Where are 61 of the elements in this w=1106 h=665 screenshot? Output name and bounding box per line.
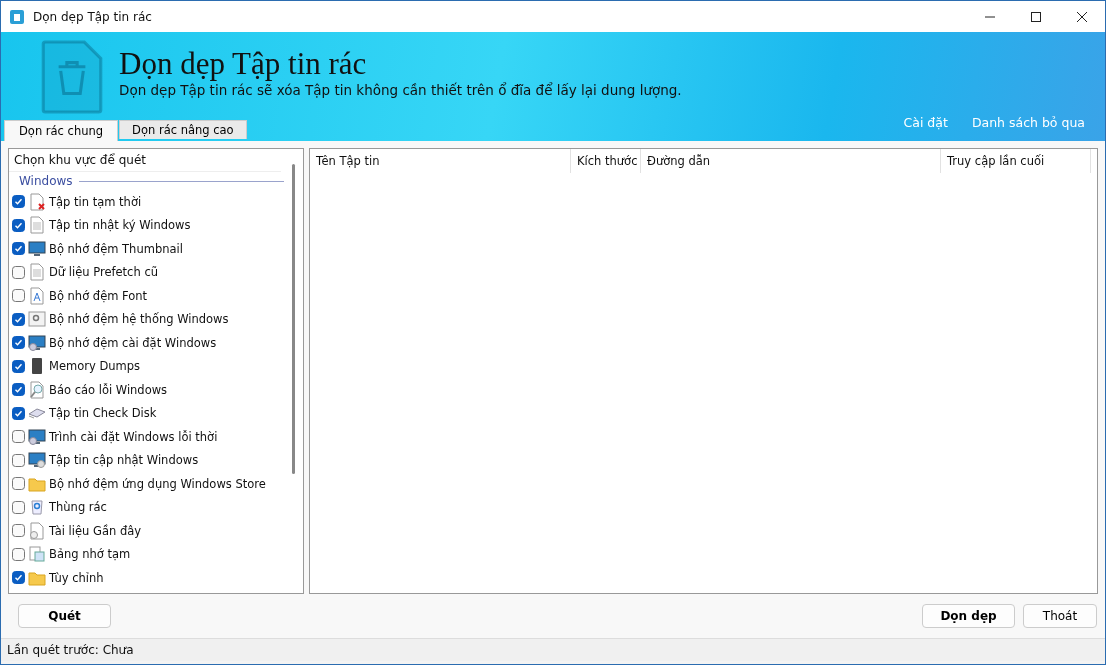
checkbox[interactable] <box>12 312 25 326</box>
checkbox[interactable] <box>12 242 25 256</box>
area-label: Tập tin Check Disk <box>49 406 157 421</box>
scan-button[interactable]: Quét <box>18 604 111 628</box>
area-label: Bộ nhớ đệm hệ thống Windows <box>49 312 229 327</box>
area-label: Bộ nhớ đệm cài đặt Windows <box>49 335 217 350</box>
checkbox[interactable] <box>12 218 25 232</box>
checkbox[interactable] <box>12 383 25 397</box>
checkbox[interactable] <box>12 359 25 373</box>
checkbox[interactable] <box>12 195 25 209</box>
header-subtitle: Dọn dẹp Tập tin rác sẽ xóa Tập tin không cần thiết trên ổ đĩa để lấy lại dung lượng. <box>119 82 682 98</box>
checkbox[interactable] <box>12 406 25 420</box>
recycle-bin-icon <box>28 498 46 517</box>
window-title: Dọn dẹp Tập tin rác <box>33 9 152 24</box>
area-label: Tập tin tạm thời <box>49 194 142 209</box>
checkbox[interactable] <box>12 289 25 303</box>
area-label: Bảng nhớ tạm <box>49 547 131 562</box>
font-file-icon <box>28 286 46 305</box>
checkbox[interactable] <box>12 336 25 350</box>
app-icon <box>9 8 25 25</box>
column-header[interactable]: Đường dẫn <box>641 149 941 173</box>
exit-button[interactable]: Thoát <box>1023 604 1097 628</box>
area-label: Báo cáo lỗi Windows <box>49 382 168 397</box>
checkbox[interactable] <box>12 571 25 585</box>
list-heading: Chọn khu vực để quét <box>14 153 146 167</box>
area-label: Bộ nhớ đệm ứng dụng Windows Store <box>49 476 266 491</box>
area-label: Tập tin nhật ký Windows <box>49 218 191 233</box>
checkbox[interactable] <box>12 453 25 467</box>
checkbox[interactable] <box>12 500 25 514</box>
area-label: Trình cài đặt Windows lỗi thời <box>49 429 218 444</box>
checkbox[interactable] <box>12 265 25 279</box>
magnifier-icon <box>28 380 46 399</box>
trash-file-icon <box>41 40 103 114</box>
clipboard-icon <box>28 545 46 564</box>
area-label: Bộ nhớ đệm Thumbnail <box>49 241 183 256</box>
column-header[interactable]: Kích thước <box>571 149 641 173</box>
group-label: Windows <box>19 174 73 188</box>
area-label: Dữ liệu Prefetch cũ <box>49 265 158 280</box>
checkbox[interactable] <box>12 524 25 538</box>
checkbox[interactable] <box>12 477 25 491</box>
area-label: Tùy chỉnh <box>49 570 104 585</box>
header-title: Dọn dẹp Tập tin rác <box>119 46 368 82</box>
document-icon <box>28 216 46 235</box>
document-icon <box>28 263 46 282</box>
area-label: Bộ nhớ đệm Font <box>49 288 148 303</box>
area-label: Tập tin cập nhật Windows <box>49 453 199 468</box>
disc-monitor-icon <box>28 427 46 446</box>
area-label: Memory Dumps <box>49 359 141 374</box>
column-header[interactable]: Truy cập lần cuối <box>941 149 1091 173</box>
column-header[interactable]: Tên Tập tin <box>310 149 571 173</box>
area-label: Thùng rác <box>49 500 107 515</box>
document-x-icon <box>28 192 46 211</box>
area-label: Tài liệu Gần đây <box>49 523 142 538</box>
checkbox[interactable] <box>12 430 25 444</box>
monitor-icon <box>28 239 46 258</box>
status-text: Lần quét trước: Chưa <box>7 643 134 657</box>
tab[interactable]: Dọn rác nâng cao <box>119 120 247 139</box>
tab[interactable]: Dọn rác chung <box>4 120 119 141</box>
disc-monitor-icon <box>28 333 46 352</box>
checkbox[interactable] <box>12 547 25 561</box>
clean-button[interactable]: Dọn dẹp <box>922 604 1015 628</box>
